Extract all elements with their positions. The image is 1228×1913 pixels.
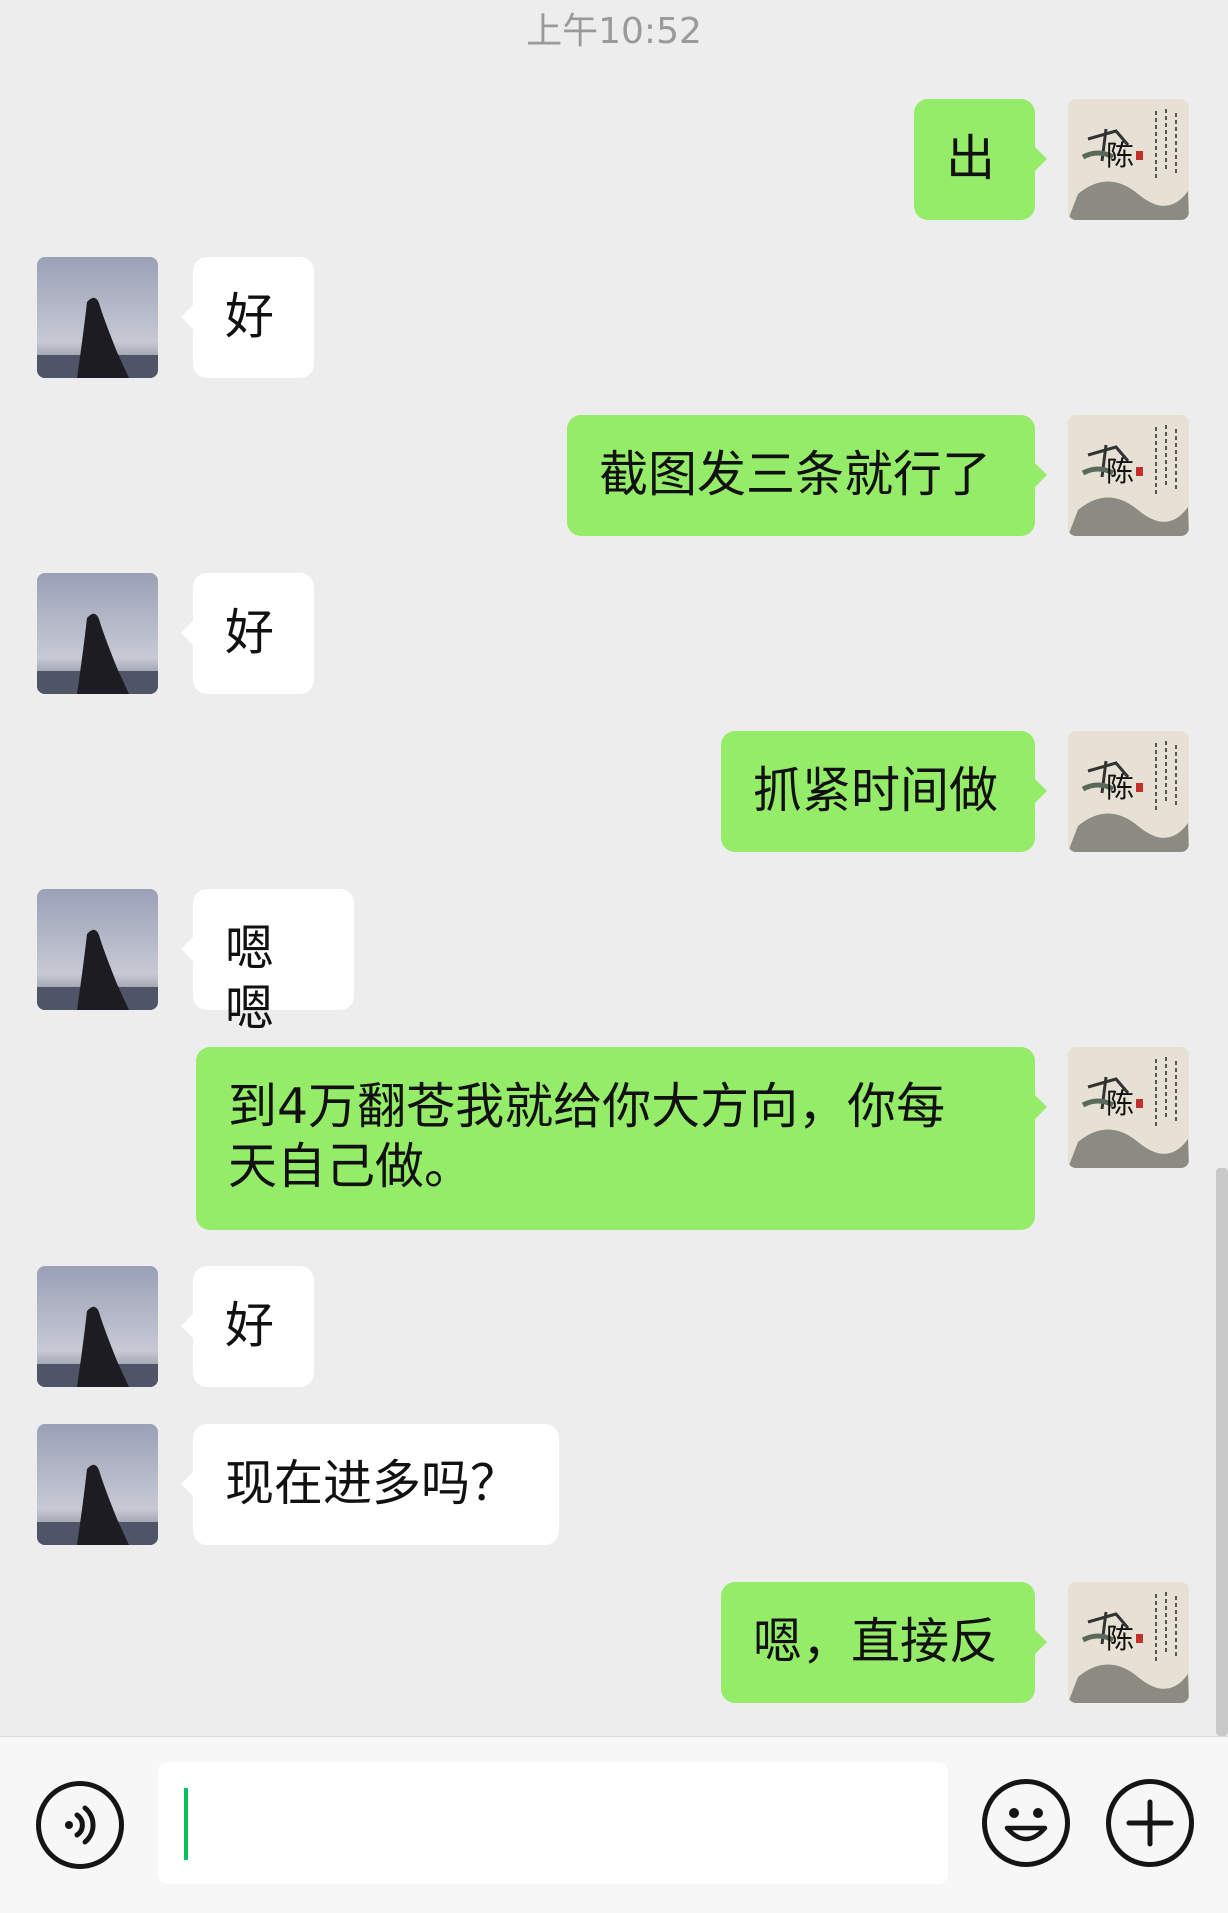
ink-painting-avatar-image: 陈 bbox=[1068, 1047, 1189, 1168]
ink-painting-avatar-image: 陈 bbox=[1068, 99, 1189, 220]
message-text: 好 bbox=[225, 604, 275, 661]
timestamp: 上午10:52 bbox=[526, 11, 702, 52]
my-avatar[interactable]: 陈 bbox=[1068, 731, 1189, 852]
ink-painting-avatar-image: 陈 bbox=[1068, 1582, 1189, 1703]
message-bubble-outgoing[interactable]: 嗯，直接反 bbox=[721, 1582, 1047, 1703]
svg-text:陈: 陈 bbox=[1106, 139, 1134, 172]
message-text: 嗯嗯 bbox=[225, 920, 275, 1037]
my-avatar[interactable]: 陈 bbox=[1068, 1047, 1189, 1168]
message-bubble-incoming[interactable]: 好 bbox=[181, 1266, 314, 1387]
emoji-icon bbox=[1004, 1808, 1048, 1842]
svg-text:陈: 陈 bbox=[1106, 771, 1134, 804]
message-text: 好 bbox=[225, 1297, 275, 1354]
my-avatar[interactable]: 陈 bbox=[1068, 99, 1189, 220]
message-bubble-outgoing[interactable]: 截图发三条就行了 bbox=[567, 415, 1047, 536]
voice-button[interactable] bbox=[36, 1781, 124, 1869]
message-bubble-incoming[interactable]: 好 bbox=[181, 257, 314, 378]
message-text: 嗯，直接反 bbox=[753, 1613, 999, 1670]
contact-avatar[interactable] bbox=[37, 257, 158, 378]
message-text: 现在进多吗？ bbox=[225, 1455, 520, 1512]
svg-text:陈: 陈 bbox=[1106, 455, 1134, 488]
ink-painting-avatar-image: 陈 bbox=[1068, 731, 1189, 852]
message-bubble-incoming[interactable]: 好 bbox=[181, 573, 314, 694]
contact-photo-image bbox=[37, 573, 158, 694]
message-bubble-incoming[interactable]: 嗯嗯 bbox=[181, 889, 354, 1037]
plus-icon bbox=[1126, 1799, 1174, 1847]
message-text: 出 bbox=[946, 130, 996, 187]
svg-text:陈: 陈 bbox=[1106, 1622, 1134, 1655]
message-text: 到4万翻苍我就给你大方向，你每天自己做。 bbox=[228, 1078, 946, 1195]
contact-avatar[interactable] bbox=[37, 1424, 158, 1545]
message-bubble-incoming[interactable]: 现在进多吗？ bbox=[181, 1424, 559, 1545]
ink-painting-avatar-image: 陈 bbox=[1068, 415, 1189, 536]
message-bubble-outgoing[interactable]: 出 bbox=[914, 99, 1047, 220]
my-avatar[interactable]: 陈 bbox=[1068, 1582, 1189, 1703]
message-text: 抓紧时间做 bbox=[753, 762, 999, 819]
message-input[interactable] bbox=[158, 1762, 948, 1884]
message-text: 好 bbox=[225, 288, 275, 345]
contact-avatar[interactable] bbox=[37, 573, 158, 694]
svg-text:陈: 陈 bbox=[1106, 1087, 1134, 1120]
contact-photo-image bbox=[37, 257, 158, 378]
contact-photo-image bbox=[37, 889, 158, 1010]
emoji-button[interactable] bbox=[982, 1779, 1070, 1867]
contact-avatar[interactable] bbox=[37, 1266, 158, 1387]
chat-scrollbar[interactable] bbox=[1216, 1168, 1228, 1736]
voice-icon bbox=[65, 1805, 96, 1845]
plus-button[interactable] bbox=[1106, 1779, 1194, 1867]
input-bar bbox=[0, 1736, 1228, 1913]
my-avatar[interactable]: 陈 bbox=[1068, 415, 1189, 536]
contact-avatar[interactable] bbox=[37, 889, 158, 1010]
message-text: 截图发三条就行了 bbox=[599, 446, 992, 503]
contact-photo-image bbox=[37, 1424, 158, 1545]
contact-photo-image bbox=[37, 1266, 158, 1387]
message-bubble-outgoing[interactable]: 抓紧时间做 bbox=[721, 731, 1047, 852]
message-bubble-outgoing[interactable]: 到4万翻苍我就给你大方向，你每天自己做。 bbox=[196, 1047, 1047, 1230]
text-caret bbox=[184, 1788, 188, 1860]
